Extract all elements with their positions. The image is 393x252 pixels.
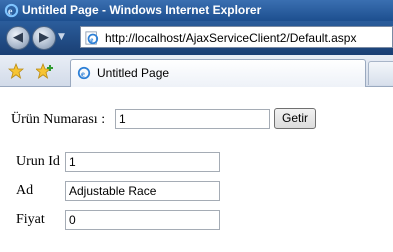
svg-text:e: e	[90, 36, 93, 44]
svg-text:e: e	[81, 69, 85, 79]
window-titlebar: e Untitled Page - Windows Internet Explo…	[0, 0, 393, 21]
urun-numarasi-input[interactable]: 1	[115, 109, 270, 129]
forward-button[interactable]: ▶	[32, 26, 56, 50]
recent-pages-dropdown-icon[interactable]: ▼	[58, 32, 65, 42]
forward-arrow-icon: ▶	[39, 30, 49, 45]
new-tab-button[interactable]	[368, 61, 393, 85]
window-title: Untitled Page - Windows Internet Explore…	[22, 3, 262, 17]
back-arrow-icon: ◀	[13, 30, 23, 45]
urun-id-field[interactable]: 1	[65, 152, 220, 172]
getir-button[interactable]: Getir	[274, 108, 316, 129]
navigation-bar: ◀ ▶ ▼ e http://localhost/AjaxServiceClie…	[0, 21, 393, 55]
favorites-star-icon[interactable]	[7, 62, 25, 83]
ad-label: Ad	[16, 183, 34, 198]
page-content: Ürün Numarası : 1 Getir Urun Id 1 Ad Adj…	[0, 87, 393, 252]
tab-untitled-page[interactable]: e Untitled Page	[70, 59, 366, 87]
ie-logo-icon: e	[4, 3, 19, 21]
urun-id-label: Urun Id	[16, 154, 60, 169]
svg-text:e: e	[8, 6, 13, 17]
fiyat-label: Fiyat	[16, 212, 45, 227]
ie-page-icon: e	[85, 30, 99, 49]
ad-field[interactable]: Adjustable Race	[65, 181, 220, 201]
fiyat-field[interactable]: 0	[65, 210, 220, 230]
urun-numarasi-label: Ürün Numarası :	[11, 112, 106, 127]
address-bar[interactable]: e http://localhost/AjaxServiceClient2/De…	[80, 26, 393, 48]
back-button[interactable]: ◀	[6, 26, 30, 50]
tab-bar: e Untitled Page	[0, 55, 393, 87]
add-favorite-icon[interactable]	[34, 62, 54, 83]
tab-label: Untitled Page	[97, 66, 170, 80]
address-url: http://localhost/AjaxServiceClient2/Defa…	[105, 31, 357, 45]
ie-page-icon: e	[77, 65, 91, 84]
